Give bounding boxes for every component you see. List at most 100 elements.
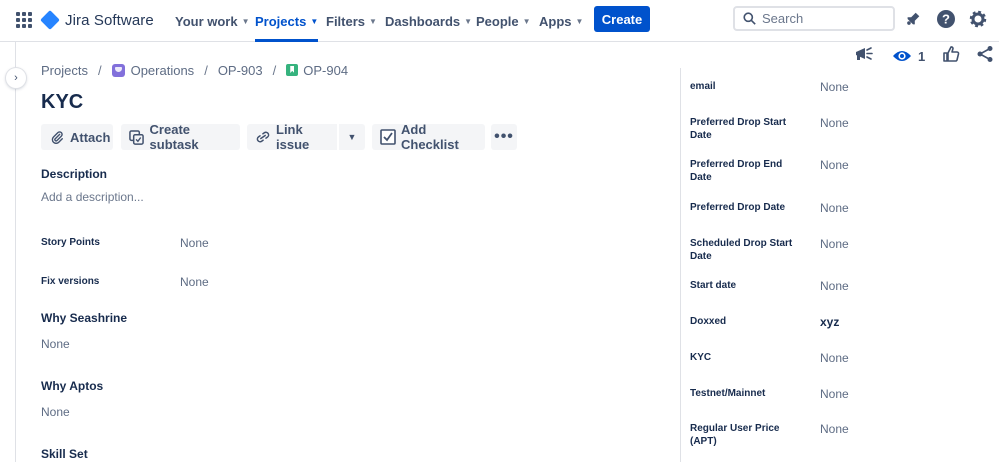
watchers-button[interactable]: 1 <box>892 46 925 66</box>
chevron-down-icon: ▼ <box>464 16 473 26</box>
detail-label-regular-user-price: Regular User Price (APT) <box>690 423 780 447</box>
share-icon[interactable] <box>976 45 994 65</box>
link-icon <box>255 129 271 145</box>
description-editor[interactable]: Add a description... <box>41 190 144 204</box>
breadcrumb-project-label: Operations <box>130 62 195 78</box>
vote-thumbs-up-icon[interactable] <box>942 45 960 65</box>
collapsed-sidebar <box>0 42 16 462</box>
nav-dashboards[interactable]: Dashboards ▼ <box>385 0 472 42</box>
checklist-icon <box>380 129 396 145</box>
chevron-down-icon: ▼ <box>575 16 584 26</box>
notifications-icon[interactable] <box>903 9 923 29</box>
detail-value-doxxed[interactable]: xyz <box>820 315 839 329</box>
chevron-down-icon: ▼ <box>310 16 319 26</box>
search-input[interactable] <box>762 11 882 26</box>
breadcrumb-current-issue[interactable]: OP-904 <box>286 63 348 78</box>
detail-label-scheduled-drop-start-date: Scheduled Drop Start Date <box>690 238 793 262</box>
svg-text:?: ? <box>942 12 950 27</box>
attach-button[interactable]: Attach <box>41 124 113 150</box>
create-subtask-label: Create subtask <box>149 122 199 152</box>
paperclip-icon <box>49 129 65 145</box>
nav-your-work-label: Your work <box>175 13 238 29</box>
detail-value-email[interactable]: None <box>820 80 849 94</box>
chevron-down-icon: ▼ <box>522 16 531 26</box>
nav-your-work[interactable]: Your work ▼ <box>175 0 250 42</box>
create-subtask-button[interactable]: Create subtask <box>121 122 240 152</box>
subtask-icon <box>129 129 145 145</box>
nav-projects-label: Projects <box>255 13 307 29</box>
skill-set-heading: Skill Set <box>41 447 88 461</box>
detail-value-scheduled-drop-start-date[interactable]: None <box>820 237 849 251</box>
chevron-down-icon: ▼ <box>347 132 357 142</box>
fix-versions-label: Fix versions <box>41 276 100 287</box>
more-actions-button[interactable]: ••• <box>491 124 517 150</box>
breadcrumb-issue-key: OP-904 <box>303 62 349 78</box>
chevron-down-icon: ▼ <box>369 16 377 26</box>
detail-value-preferred-drop-date[interactable]: None <box>820 201 849 215</box>
add-checklist-label: Add Checklist <box>401 122 459 152</box>
breadcrumb-project[interactable]: Operations <box>111 62 195 78</box>
story-points-value[interactable]: None <box>180 236 209 250</box>
search-box[interactable] <box>733 6 895 31</box>
link-issue-button[interactable]: Link issue <box>247 122 337 152</box>
chevron-right-icon: › <box>14 72 18 84</box>
why-aptos-heading: Why Aptos <box>41 379 104 393</box>
detail-value-testnet-mainnet[interactable]: None <box>820 387 849 401</box>
project-avatar-icon <box>111 63 125 77</box>
jira-diamond-icon <box>40 10 60 30</box>
link-issue-dropdown-button[interactable]: ▼ <box>339 124 365 150</box>
add-checklist-button[interactable]: Add Checklist <box>372 122 485 152</box>
nav-filters-label: Filters <box>326 13 366 29</box>
story-points-label: Story Points <box>41 237 100 248</box>
why-aptos-value[interactable]: None <box>41 405 70 419</box>
top-navigation: Jira Software Your work ▼ Projects ▼ Filte… <box>0 0 999 42</box>
detail-value-regular-user-price[interactable]: None <box>820 422 849 436</box>
app-name: Jira Software <box>65 11 154 29</box>
breadcrumb-parent-issue[interactable]: OP-903 <box>218 63 263 78</box>
detail-value-preferred-drop-end-date[interactable]: None <box>820 158 849 172</box>
nav-people-label: People <box>476 13 519 29</box>
detail-label-preferred-drop-start-date: Preferred Drop Start Date <box>690 117 787 141</box>
nav-projects[interactable]: Projects ▼ <box>255 0 319 42</box>
why-seashrine-value[interactable]: None <box>41 337 70 351</box>
breadcrumb-separator: / <box>97 62 102 78</box>
detail-label-kyc: KYC <box>690 352 712 363</box>
description-label: Description <box>41 167 108 181</box>
why-seashrine-heading: Why Seashrine <box>41 311 128 325</box>
nav-filters[interactable]: Filters ▼ <box>326 0 377 42</box>
jira-logo[interactable]: Jira Software <box>40 9 154 31</box>
nav-people[interactable]: People ▼ <box>476 0 531 42</box>
settings-gear-icon[interactable] <box>968 9 988 29</box>
search-icon <box>743 12 756 25</box>
create-button[interactable]: Create <box>594 6 650 32</box>
more-horizontal-icon: ••• <box>494 128 514 145</box>
attach-label: Attach <box>70 129 111 145</box>
story-icon <box>286 64 299 76</box>
fix-versions-value[interactable]: None <box>180 275 209 289</box>
detail-label-email: email <box>690 81 716 92</box>
expand-sidebar-button[interactable]: › <box>6 68 26 88</box>
detail-label-doxxed: Doxxed <box>690 316 727 327</box>
nav-apps[interactable]: Apps ▼ <box>539 0 583 42</box>
detail-label-preferred-drop-end-date: Preferred Drop End Date <box>690 159 783 183</box>
detail-value-start-date[interactable]: None <box>820 279 849 293</box>
help-icon[interactable]: ? <box>936 9 956 29</box>
issue-title[interactable]: KYC <box>41 91 83 114</box>
detail-label-start-date: Start date <box>690 280 737 291</box>
detail-label-testnet-mainnet: Testnet/Mainnet <box>690 388 766 399</box>
chevron-down-icon: ▼ <box>241 16 250 26</box>
nav-dashboards-label: Dashboards <box>385 13 461 29</box>
app-switcher-icon[interactable] <box>16 12 32 28</box>
breadcrumb-separator: / <box>204 62 208 78</box>
nav-apps-label: Apps <box>539 13 572 29</box>
detail-value-kyc[interactable]: None <box>820 351 849 365</box>
breadcrumb: Projects / Operations / OP-903 / OP-904 <box>41 62 348 78</box>
watcher-count: 1 <box>918 48 926 64</box>
detail-value-preferred-drop-start-date[interactable]: None <box>820 116 849 130</box>
breadcrumb-projects[interactable]: Projects <box>41 63 88 78</box>
breadcrumb-separator: / <box>272 62 277 78</box>
feedback-icon[interactable] <box>854 45 874 65</box>
detail-label-preferred-drop-date: Preferred Drop Date <box>690 202 786 213</box>
eye-icon <box>893 51 911 61</box>
link-issue-label: Link issue <box>276 122 310 152</box>
